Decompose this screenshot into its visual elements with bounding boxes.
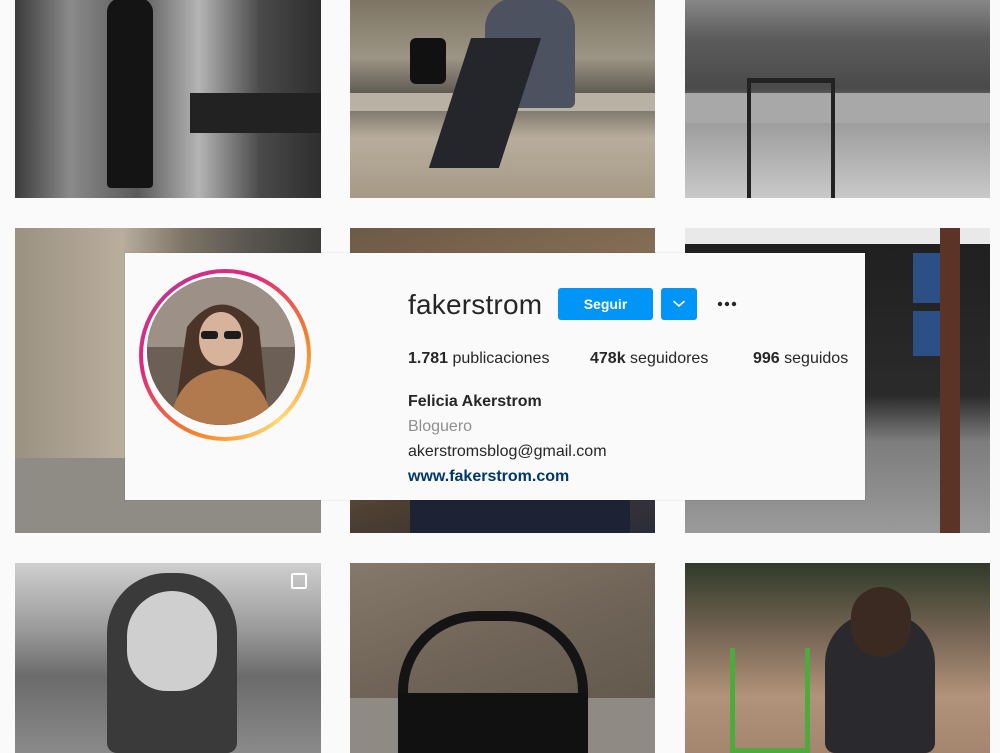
posts-count: 1.781 <box>408 350 449 367</box>
follow-button[interactable]: Seguir <box>558 288 653 320</box>
post-thumbnail-fountain[interactable] <box>685 0 990 198</box>
profile-full-name: Felicia Akerstrom <box>408 393 542 410</box>
post-thumbnail-bench[interactable] <box>350 0 655 198</box>
post-thumbnail-coffee-park[interactable] <box>15 563 321 753</box>
post-thumbnail-green-chairs[interactable] <box>685 563 990 753</box>
following-count: 996 <box>753 350 780 367</box>
post-thumbnail-handbag[interactable] <box>350 563 655 753</box>
followers-stat[interactable]: 478k seguidores <box>590 350 708 368</box>
multi-post-icon <box>291 573 307 589</box>
post-thumbnail-mirror-room[interactable] <box>15 0 321 198</box>
suggested-accounts-button[interactable] <box>661 288 697 320</box>
followers-label: seguidores <box>630 350 709 367</box>
avatar[interactable] <box>147 277 295 425</box>
profile-category: Bloguero <box>408 418 473 435</box>
posts-stat: 1.781 publicaciones <box>408 350 549 368</box>
chevron-down-icon <box>673 300 685 307</box>
more-options-button[interactable] <box>715 293 739 315</box>
more-options-icon <box>717 301 737 307</box>
story-ring[interactable] <box>139 269 311 441</box>
followers-count: 478k <box>590 350 626 367</box>
profile-website-link[interactable]: www.fakerstrom.com <box>408 468 569 486</box>
profile-email: akerstromsblog@gmail.com <box>408 443 607 460</box>
posts-label: publicaciones <box>452 350 550 367</box>
following-label: seguidos <box>784 350 849 367</box>
profile-header: fakerstrom Seguir 1.781 publicaciones 47… <box>125 253 865 500</box>
following-stat[interactable]: 996 seguidos <box>753 350 848 368</box>
profile-username: fakerstrom <box>408 289 543 320</box>
avatar-portrait <box>147 277 295 425</box>
